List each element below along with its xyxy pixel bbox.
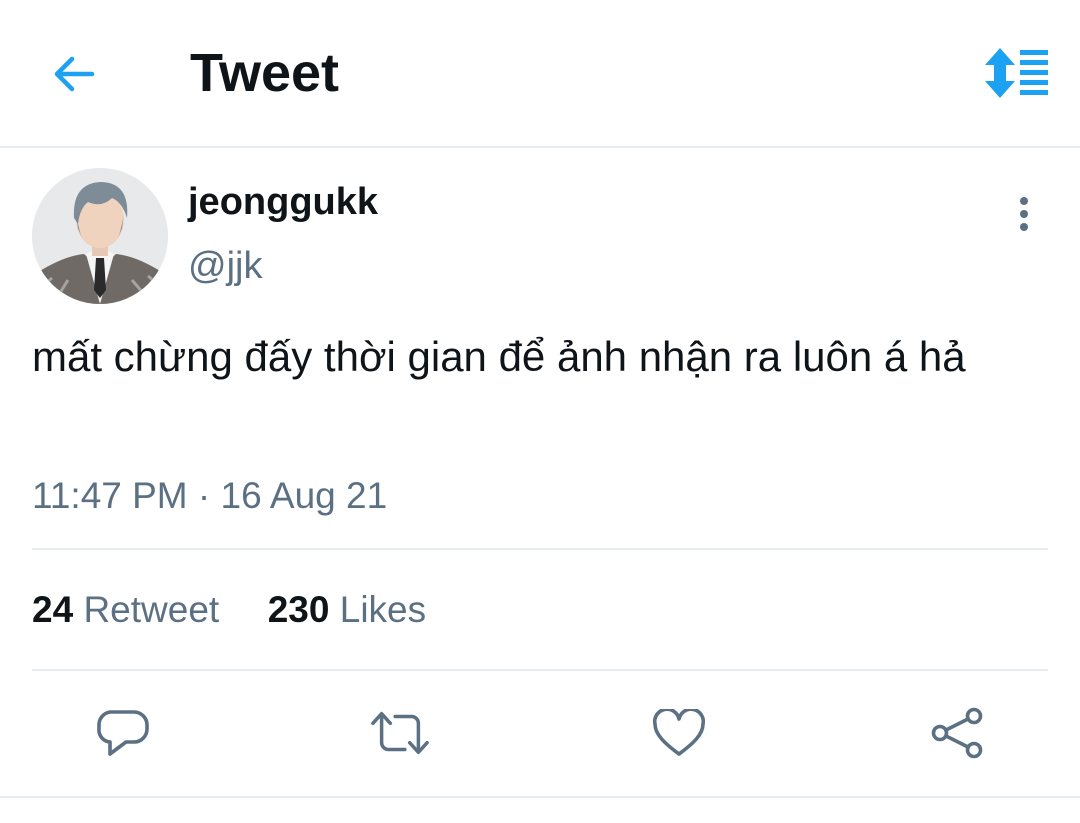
likes-stat[interactable]: 230 Likes xyxy=(268,589,426,630)
profile-photo xyxy=(32,168,168,304)
tweet-timestamp: 11:47 PM · 16 Aug 21 xyxy=(32,475,388,516)
divider xyxy=(32,548,1048,550)
likes-label: Likes xyxy=(339,589,427,630)
tweet-stats: 24 Retweet 230 Likes xyxy=(32,586,426,634)
retweet-label: Retweet xyxy=(83,589,220,630)
page-title: Tweet xyxy=(190,43,340,103)
divider xyxy=(32,669,1048,671)
share-button[interactable] xyxy=(927,703,987,763)
likes-count: 230 xyxy=(267,589,330,630)
retweet-stat[interactable]: 24 Retweet xyxy=(32,589,229,630)
display-name[interactable]: jeonggukk xyxy=(188,178,378,226)
arrow-left-icon xyxy=(54,56,95,92)
heart-icon xyxy=(652,709,706,756)
top-app-bar: Tweet xyxy=(0,0,1080,148)
share-icon xyxy=(931,707,983,759)
avatar[interactable] xyxy=(32,168,168,304)
reply-icon xyxy=(97,710,149,756)
sort-replies-button[interactable] xyxy=(978,44,1056,102)
retweet-count: 24 xyxy=(32,589,74,630)
retweet-button[interactable] xyxy=(370,703,430,763)
user-handle[interactable]: @jjk xyxy=(188,242,262,290)
sort-reply-icon xyxy=(985,48,1048,98)
divider xyxy=(0,796,1080,798)
back-button[interactable] xyxy=(46,50,102,98)
reply-button[interactable] xyxy=(93,703,153,763)
retweet-icon xyxy=(371,711,429,755)
like-button[interactable] xyxy=(649,703,709,763)
more-vertical-icon xyxy=(1020,197,1028,231)
more-options-button[interactable] xyxy=(1004,192,1044,236)
tweet-text: mất chừng đấy thời gian để ảnh nhận ra l… xyxy=(32,333,966,380)
